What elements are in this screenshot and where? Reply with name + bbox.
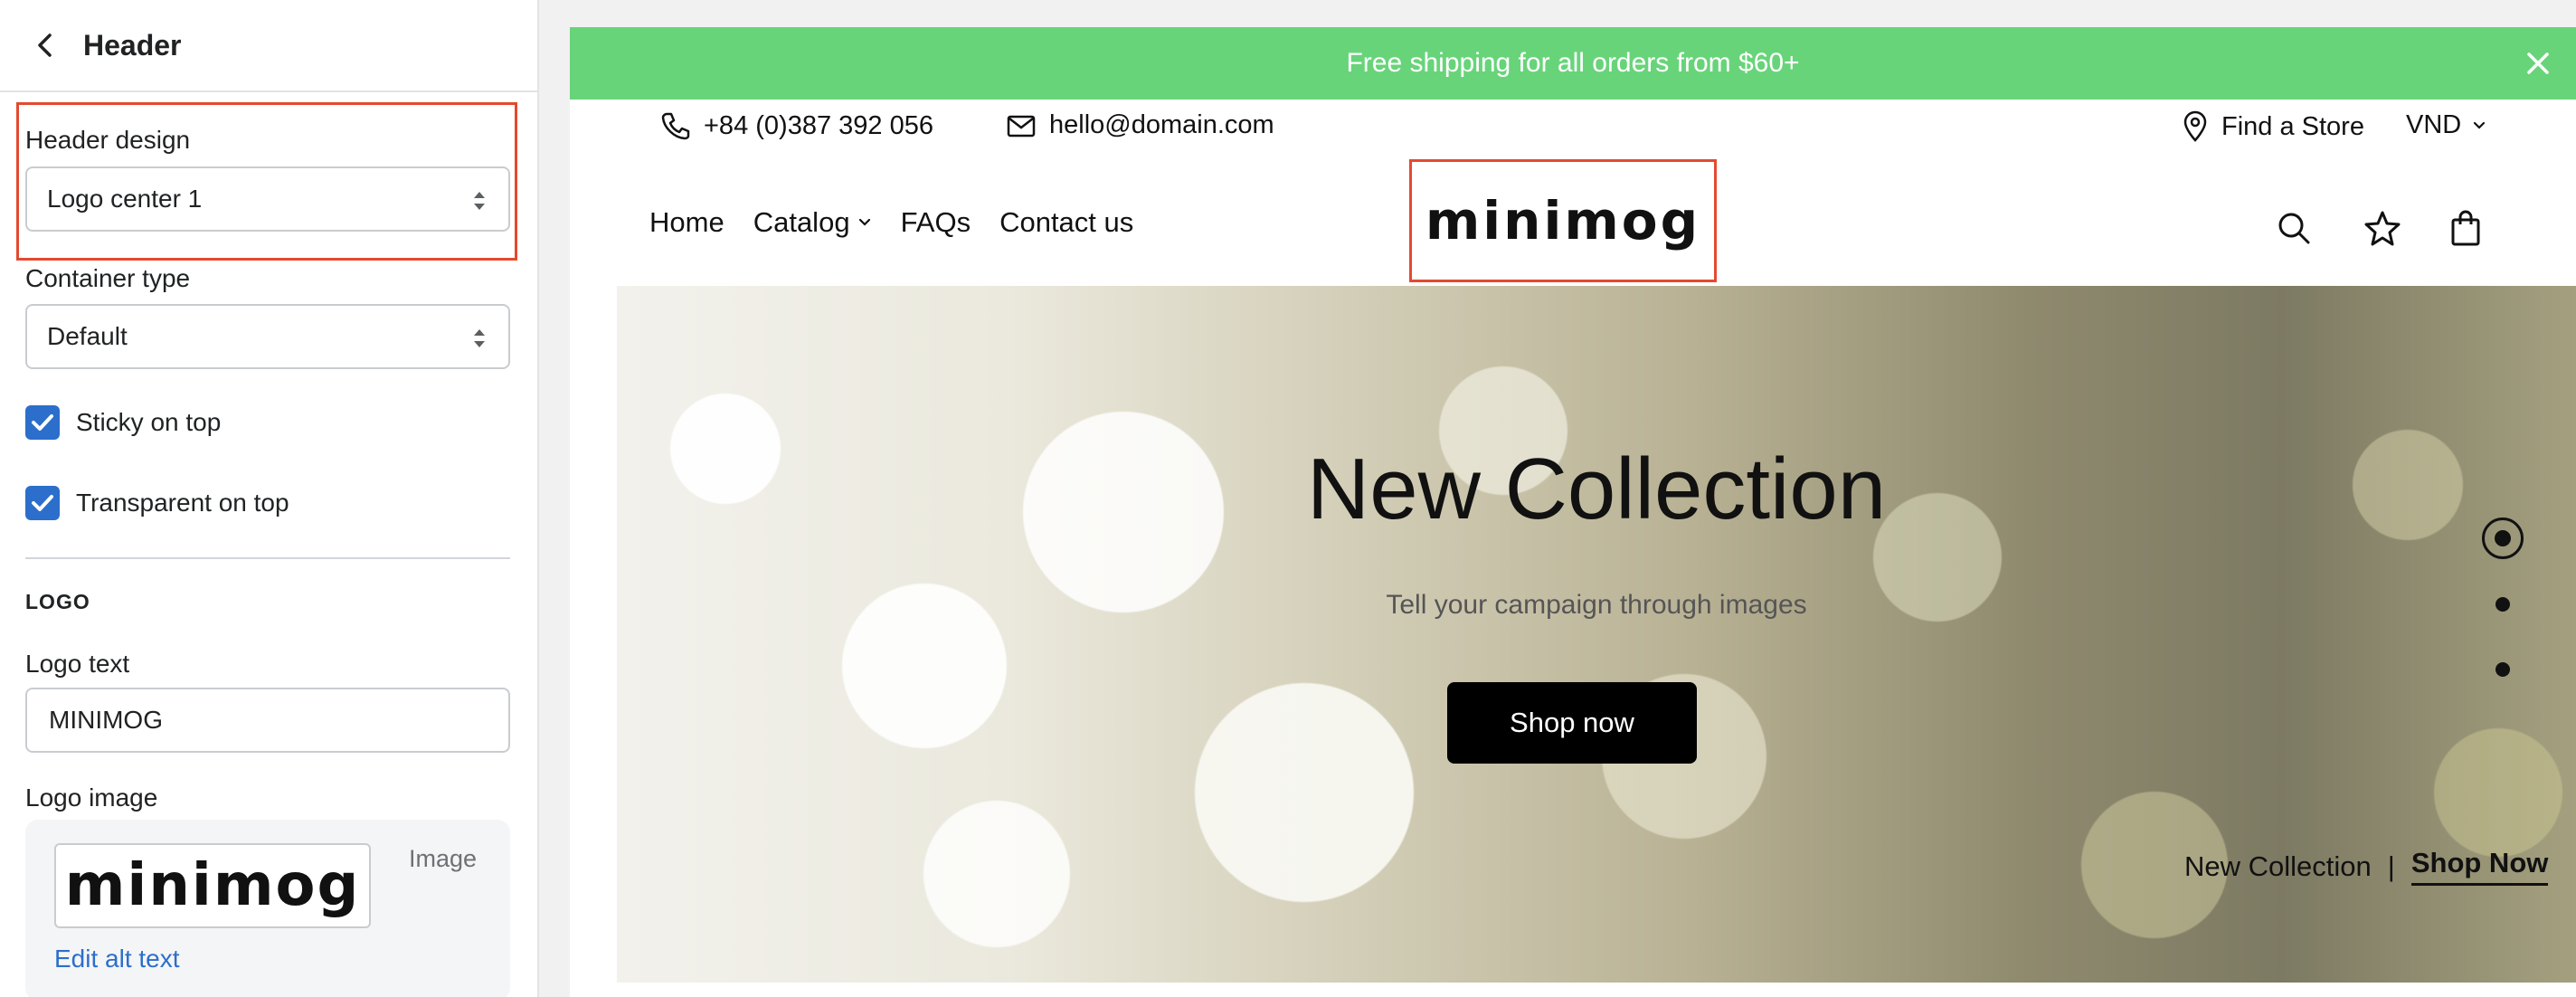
select-arrows-icon (474, 329, 485, 347)
section-divider (25, 557, 510, 559)
nav-label: Catalog (753, 206, 850, 238)
nav-label: Home (649, 206, 724, 238)
checkbox-checked[interactable] (25, 405, 60, 440)
main-nav: Home Catalog FAQs Contact us (649, 206, 1162, 239)
caption-shop-link[interactable]: Shop Now (2410, 847, 2549, 886)
announcement-bar: Free shipping for all orders from $60+ (570, 27, 2576, 100)
top-info-bar: +84 (0)387 392 056 hello@domain.com Find… (570, 100, 2576, 156)
header-design-label: Header design (25, 126, 191, 154)
currency-value: VND (2406, 110, 2462, 139)
star-icon[interactable] (2363, 208, 2402, 248)
logo-text-label: Logo text (25, 650, 130, 678)
transparent-on-top-checkbox[interactable]: Transparent on top (25, 486, 289, 520)
find-store-link[interactable]: Find a Store (2182, 110, 2364, 143)
sticky-on-top-checkbox[interactable]: Sticky on top (25, 405, 221, 440)
hero-banner: New Collection Tell your campaign throug… (617, 286, 2576, 983)
hero-subtitle: Tell your campaign through images (1386, 590, 1807, 620)
logo-image-thumbnail[interactable]: minimog (54, 843, 371, 928)
settings-panel: Header Header design Logo center 1 Conta… (0, 0, 539, 997)
phone-icon (661, 112, 690, 140)
container-type-label: Container type (25, 264, 191, 292)
caption-text: New Collection (2184, 850, 2372, 882)
app-root: Header Header design Logo center 1 Conta… (0, 0, 2576, 997)
checkmark-icon (32, 414, 53, 431)
chevron-down-icon (2474, 121, 2486, 129)
nav-item-catalog[interactable]: Catalog (753, 206, 872, 239)
select-arrows-icon (474, 192, 485, 210)
storefront-preview: Free shipping for all orders from $60+ +… (570, 27, 2576, 997)
logo-thumbnail-wordmark: minimog (64, 852, 361, 919)
chevron-down-icon (858, 218, 870, 226)
transparent-on-top-label: Transparent on top (76, 489, 289, 517)
caption-separator: | (2387, 850, 2395, 882)
store-logo[interactable]: minimog (1409, 159, 1717, 282)
panel-header: Header (0, 0, 537, 92)
logo-image-type: Image (409, 845, 478, 872)
email-link[interactable]: hello@domain.com (1006, 110, 1274, 140)
nav-label: FAQs (900, 206, 971, 238)
nav-item-contact[interactable]: Contact us (999, 206, 1133, 239)
nav-item-faqs[interactable]: FAQs (901, 206, 971, 239)
edit-alt-text-link[interactable]: Edit alt text (54, 945, 180, 973)
logo-image-label: Logo image (25, 783, 158, 812)
phone-number: +84 (0)387 392 056 (704, 110, 933, 140)
checkmark-icon (32, 495, 53, 511)
nav-item-home[interactable]: Home (649, 206, 724, 239)
logo-image-card: minimog Image Edit alt text (25, 820, 510, 997)
slide-dot[interactable] (2496, 597, 2510, 612)
phone-link[interactable]: +84 (0)387 392 056 (660, 110, 933, 141)
search-icon[interactable] (2274, 208, 2314, 248)
container-type-select[interactable]: Default (25, 304, 510, 369)
chevron-left-icon (38, 33, 52, 57)
announcement-text: Free shipping for all orders from $60+ (1346, 48, 1800, 78)
header-design-select[interactable]: Logo center 1 (25, 166, 510, 232)
header-design-value: Logo center 1 (47, 185, 203, 213)
slide-dot-active[interactable] (2482, 517, 2524, 559)
shopping-bag-icon[interactable] (2446, 208, 2486, 248)
mail-icon (1007, 115, 1036, 137)
slide-dot[interactable] (2496, 662, 2510, 677)
find-store-label: Find a Store (2221, 111, 2364, 141)
panel-title: Header (83, 29, 182, 62)
map-pin-icon (2183, 110, 2207, 142)
logo-text-input[interactable]: MINIMOG (25, 688, 510, 753)
logo-text-value: MINIMOG (49, 706, 163, 734)
shop-now-button[interactable]: Shop now (1447, 682, 1697, 764)
logo-section-heading: LOGO (25, 590, 90, 613)
back-button[interactable] (27, 27, 63, 63)
hero-title: New Collection (1306, 441, 1887, 537)
email-address: hello@domain.com (1049, 110, 1274, 139)
checkbox-checked[interactable] (25, 486, 60, 520)
logo-wordmark: minimog (1425, 190, 1701, 252)
container-type-value: Default (47, 322, 128, 350)
nav-label: Contact us (999, 206, 1134, 238)
currency-selector[interactable]: VND (2406, 110, 2486, 140)
close-icon[interactable] (2520, 45, 2556, 81)
hero-caption: New Collection | Shop Now (2184, 847, 2549, 886)
sticky-on-top-label: Sticky on top (76, 408, 222, 436)
